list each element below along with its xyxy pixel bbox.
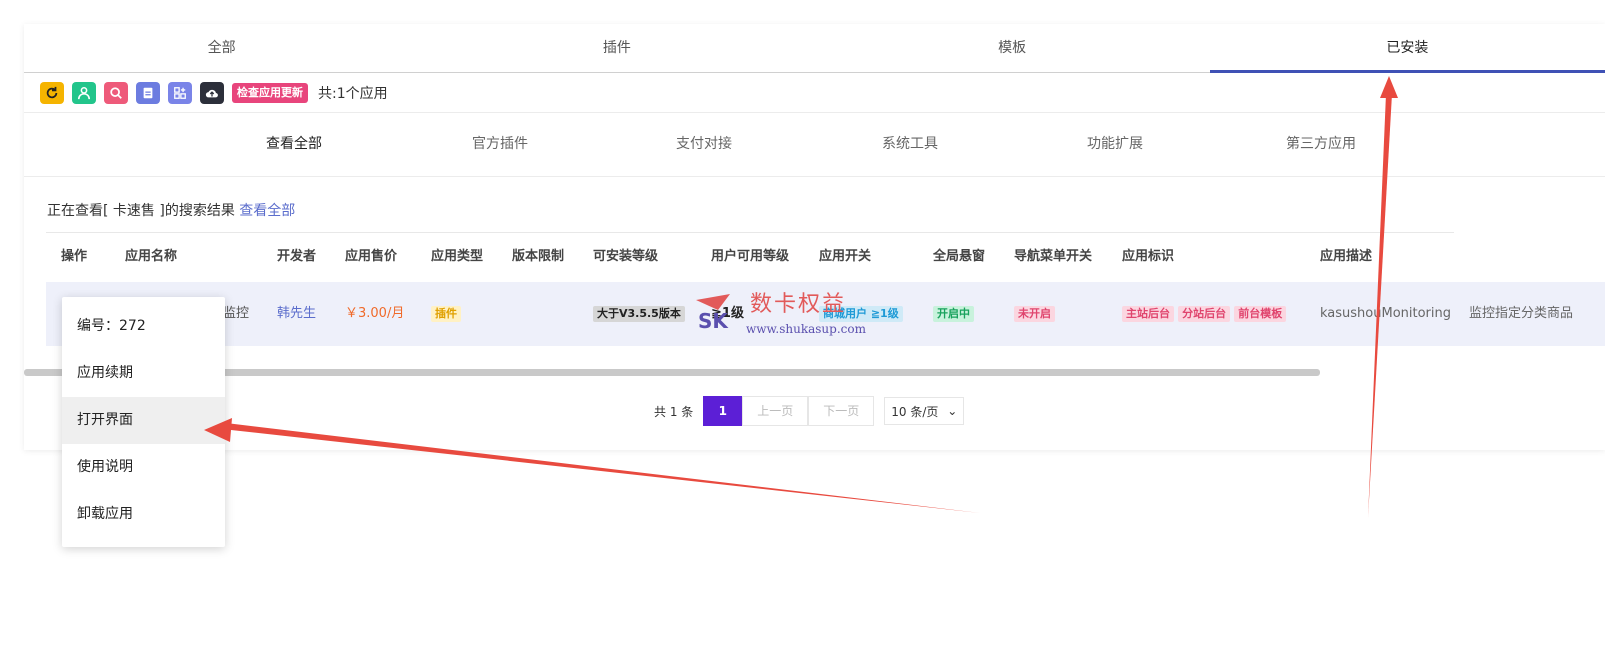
switch-badge[interactable]: 开启中	[933, 305, 974, 322]
th-float-window: 全局悬窗	[933, 249, 986, 264]
tag-main-admin: 主站后台	[1122, 305, 1174, 322]
search-result-text: 正在查看[ 卡速售 ]的搜索结果 查看全部	[47, 200, 295, 220]
view-all-link[interactable]: 查看全部	[239, 203, 295, 219]
check-update-button[interactable]: 检查应用更新	[232, 83, 308, 103]
menu-item-uninstall[interactable]: 卸载应用	[62, 491, 225, 538]
app-name: 监控	[223, 306, 250, 321]
th-version: 版本限制	[512, 249, 565, 264]
th-description: 应用描述	[1320, 249, 1373, 264]
tags-cell: 主站后台 分站后台 前台模板	[1122, 282, 1287, 346]
th-type: 应用类型	[431, 249, 484, 264]
price: ￥3.00/月	[345, 306, 405, 321]
category-payment[interactable]: 支付对接	[676, 113, 732, 176]
th-switch: 应用开关	[819, 249, 872, 264]
category-third-party[interactable]: 第三方应用	[1286, 113, 1356, 176]
user-icon	[77, 86, 91, 100]
developer-link[interactable]: 韩先生	[277, 282, 316, 346]
toolbar: 检查应用更新 共:1个应用	[40, 81, 388, 105]
category-official[interactable]: 官方插件	[472, 113, 528, 176]
identifier: kasushouMonitoring	[1320, 306, 1452, 321]
app-panel: 全部 插件 模板 已安装 检查应用更新 共:1个应用 查看全部 官方插件 支付对…	[24, 24, 1605, 450]
context-menu: 编号：272 应用续期 打开界面 使用说明 卸载应用	[62, 297, 225, 547]
watermark: SK 数卡权益 www.shukasup.com	[690, 290, 910, 346]
search-button[interactable]	[104, 82, 128, 104]
pagination: 共 1 条 1 上一页 下一页 10 条/页 ⌄	[654, 396, 965, 426]
tab-all[interactable]: 全部	[24, 24, 419, 72]
category-filter: 查看全部 官方插件 支付对接 系统工具 功能扩展 第三方应用	[24, 113, 1605, 177]
svg-text:SK: SK	[698, 309, 729, 333]
tab-templates[interactable]: 模板	[815, 24, 1210, 72]
switch-cell: 开启中	[933, 282, 974, 346]
th-action: 操作	[61, 249, 88, 264]
watermark-text: 数卡权益	[750, 292, 847, 317]
th-install-level: 可安装等级	[593, 249, 659, 264]
watermark-url: www.shukasup.com	[746, 322, 866, 336]
type-cell: 插件	[431, 282, 461, 346]
th-price: 应用售价	[345, 249, 398, 264]
page-size-value: 10 条/页	[891, 404, 939, 419]
watermark-logo-icon: SK	[696, 294, 730, 333]
install-level-cell: 大于V3.5.5版本	[593, 282, 685, 346]
version-badge: 大于V3.5.5版本	[593, 305, 685, 322]
document-icon	[143, 87, 153, 99]
refresh-button[interactable]	[40, 82, 64, 104]
category-system-tools[interactable]: 系统工具	[882, 113, 938, 176]
th-identifier-tags: 应用标识	[1122, 249, 1175, 264]
page-next-button[interactable]: 下一页	[808, 396, 875, 426]
th-user-level: 用户可用等级	[711, 249, 790, 264]
top-tabs: 全部 插件 模板 已安装	[24, 24, 1605, 73]
document-button[interactable]	[136, 82, 160, 104]
table-header: 操作 应用名称 开发者 应用售价 应用类型 版本限制 可安装等级 用户可用等级 …	[46, 232, 1454, 284]
menu-item-docs[interactable]: 使用说明	[62, 444, 225, 491]
user-button[interactable]	[72, 82, 96, 104]
grid-plus-icon	[174, 87, 186, 99]
category-all[interactable]: 查看全部	[266, 113, 322, 176]
th-nav-menu: 导航菜单开关	[1014, 249, 1093, 264]
grid-plus-button[interactable]	[168, 82, 192, 104]
app-count: 共:1个应用	[318, 86, 388, 102]
th-developer: 开发者	[277, 249, 317, 264]
refresh-icon	[46, 86, 58, 99]
tag-front-template: 前台模板	[1234, 305, 1287, 322]
tab-plugins[interactable]: 插件	[419, 24, 814, 72]
cloud-upload-icon	[205, 89, 218, 98]
pagination-total: 共 1 条	[654, 404, 694, 419]
page-prev-button[interactable]: 上一页	[742, 396, 809, 426]
category-extensions[interactable]: 功能扩展	[1087, 113, 1143, 176]
tag-sub-admin: 分站后台	[1178, 305, 1231, 322]
search-prefix: 正在查看[ 卡速售 ]的搜索结果	[47, 203, 240, 219]
chevron-down-icon: ⌄	[947, 404, 958, 418]
page-current[interactable]: 1	[703, 396, 743, 426]
menu-item-id: 编号：272	[77, 318, 146, 334]
float-cell: 未开启	[1014, 282, 1055, 346]
th-name: 应用名称	[125, 249, 178, 264]
cloud-upload-button[interactable]	[200, 82, 224, 104]
float-window-badge[interactable]: 未开启	[1014, 305, 1055, 322]
type-badge: 插件	[431, 305, 461, 322]
tab-installed[interactable]: 已安装	[1209, 24, 1605, 73]
description: 监控指定分类商品	[1469, 306, 1574, 321]
search-icon	[110, 87, 122, 99]
menu-item-renew[interactable]: 应用续期	[62, 350, 225, 397]
menu-item-open[interactable]: 打开界面	[62, 397, 225, 444]
page-size-select[interactable]: 10 条/页 ⌄	[884, 397, 965, 425]
